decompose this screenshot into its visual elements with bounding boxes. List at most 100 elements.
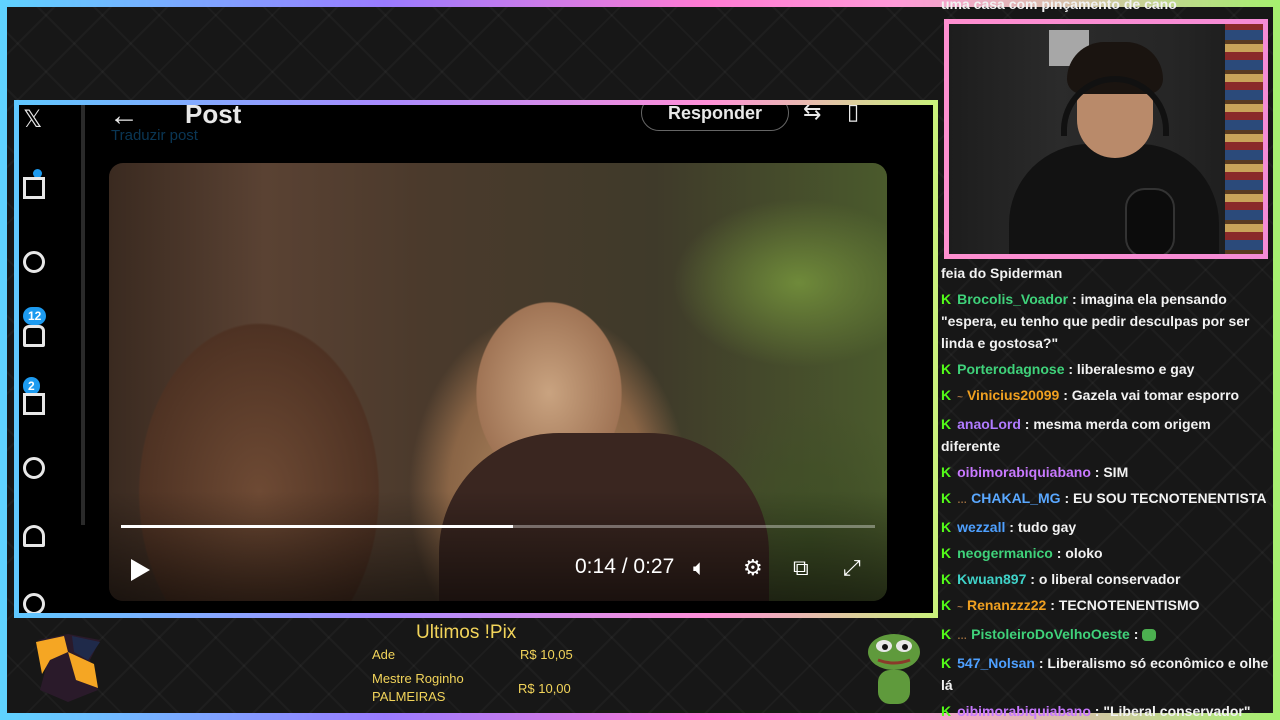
pix-donor-amount: R$ 10,00 [518,681,571,696]
chat-panel: feia do Spiderman K Brocolis_Voador : imag… [941,262,1271,720]
volume-icon[interactable]: 🔈︎ [693,555,706,581]
chat-emote-icon [1142,629,1157,642]
chat-username[interactable]: anaoLord [957,416,1021,432]
kick-badge-icon: K [941,490,952,506]
adjust-icon[interactable]: ⇆ [803,105,821,125]
kick-badge-icon: K [941,545,952,561]
reply-button[interactable]: Responder [641,105,789,131]
chat-message: Kneogermanico : oloko [941,542,1271,568]
kick-badge-icon: K [941,291,952,307]
chat-message: K Porterodagnose : liberalesmo e gay [941,358,1271,384]
kick-badge-icon: K [941,361,952,377]
chat-username[interactable]: Renanzzz22 [967,597,1046,613]
profile-icon[interactable] [23,525,45,547]
more-icon[interactable] [23,593,45,613]
chat-message: K … CHAKAL_MG : EU SOU TECNOTENENTISTA [941,487,1271,516]
pix-donor-name: Ade [372,647,396,662]
x-sidebar: 𝕏 12 2 [19,105,85,613]
chat-text: : TECNOTENENTISMO [1050,597,1200,613]
home-icon[interactable] [23,177,45,199]
messages-icon[interactable] [23,393,45,415]
chat-message: K … PistoleiroDoVelhoOeste : [941,623,1271,652]
video-time: 0:14 / 0:27 [575,555,674,579]
pepe-emote [868,634,920,704]
chat-message: K Brocolis_Voador : imagina ela pensando … [941,288,1271,358]
chat-username[interactable]: Brocolis_Voador [957,291,1068,307]
chat-username[interactable]: Vinicius20099 [967,387,1059,403]
kick-badge-icon: K [941,655,952,671]
chat-username[interactable]: Kwuan897 [957,571,1026,587]
chat-text: : o liberal conservador [1030,571,1181,587]
chat-message: Koibimorabiquiabano : "Liberal conservad… [941,700,1271,720]
chat-text: : tudo gay [1009,519,1077,535]
channel-logo [36,634,100,702]
notifications-icon[interactable] [23,325,45,347]
chat-username[interactable]: 547_Nolsan [957,655,1035,671]
x-post-view: ← Post Traduzir post Responder ⇆ ▯ 0:14 … [85,105,911,613]
chat-message: K Kwuan897 : o liberal conservador [941,568,1271,594]
chat-text: : liberalesmo e gay [1068,361,1195,377]
chat-username[interactable]: Porterodagnose [957,361,1064,377]
kick-badge-icon: K [941,597,952,613]
reader-icon[interactable]: ▯ [847,105,859,125]
x-logo-icon[interactable]: 𝕏 [23,108,45,132]
settings-icon[interactable]: ⚙︎ [743,555,763,581]
chat-text: : [1133,626,1139,642]
chat-username[interactable]: wezzall [957,519,1005,535]
chat-message-fragment: uma casa com pinçamento de cano [941,0,1177,12]
kick-badge-icon: K [941,519,952,535]
chat-text: : "Liberal conservador" [1094,703,1251,719]
kick-badge-icon: K [941,626,952,642]
webcam-feed [944,19,1268,259]
chat-username[interactable]: oibimorabiquiabano [957,464,1091,480]
pix-title: Ultimos !Pix [416,622,517,643]
video-player[interactable]: 0:14 / 0:27 🔈︎ ⚙︎ ⧉ ⤢ [109,163,887,601]
user-badge-icon: ~ [957,602,963,613]
chat-message: K ~ Vinicius20099 : Gazela vai tomar espor… [941,384,1271,413]
video-controls-overlay [109,491,887,601]
chat-username[interactable]: oibimorabiquiabano [957,703,1091,719]
search-icon[interactable] [23,251,45,273]
chat-username[interactable]: CHAKAL_MG [971,490,1060,506]
chat-message: K ~ Renanzzz22 : TECNOTENENTISMO [941,594,1271,623]
post-header: ← Post Traduzir post Responder ⇆ ▯ [85,105,911,144]
chat-message: K 547_Nolsan : Liberalismo só econômico e… [941,652,1271,700]
chat-message: feia do Spiderman [941,262,1271,288]
grok-icon[interactable] [23,457,45,479]
chat-text: : EU SOU TECNOTENENTISTA [1064,490,1267,506]
fullscreen-icon[interactable]: ⤢ [843,555,861,581]
translate-link[interactable]: Traduzir post [111,127,198,144]
video-progress-fill [121,525,514,528]
play-icon[interactable] [131,559,150,581]
chat-message: Koibimorabiquiabano : SIM [941,461,1271,487]
user-badge-icon: ~ [957,392,963,403]
notification-count-badge: 12 [23,307,47,325]
time-separator: / [621,555,628,578]
chat-message: Kwezzall : tudo gay [941,516,1271,542]
kick-badge-icon: K [941,703,952,719]
kick-badge-icon: K [941,387,952,403]
user-badge-icon: … [957,495,968,506]
screen-capture: 𝕏 12 2 ← Post Traduzir post Responder ⇆ … [14,100,938,618]
user-badge-icon: … [957,631,968,642]
bookshelf [1225,24,1263,254]
kick-badge-icon: K [941,571,952,587]
chat-message: KanaoLord : mesma merda com origem difer… [941,413,1271,461]
chat-text: : Gazela vai tomar esporro [1063,387,1240,403]
chat-text: : SIM [1094,464,1129,480]
duration: 0:27 [633,555,675,578]
kick-badge-icon: K [941,416,952,432]
pip-icon[interactable]: ⧉ [793,555,809,581]
pix-donor-amount: R$ 10,05 [520,647,573,662]
page-title: Post [185,100,242,129]
current-time: 0:14 [575,555,616,578]
chat-text: : oloko [1056,545,1103,561]
microphone [1125,188,1175,254]
kick-badge-icon: K [941,464,952,480]
video-progress-bar[interactable] [121,525,875,528]
pix-donor-name: Mestre Roginho PALMEIRAS [372,671,464,704]
chat-text: feia do Spiderman [941,265,1063,281]
chat-username[interactable]: neogermanico [957,545,1053,561]
chat-username[interactable]: PistoleiroDoVelhoOeste [971,626,1130,642]
streamer-body [1009,144,1219,254]
